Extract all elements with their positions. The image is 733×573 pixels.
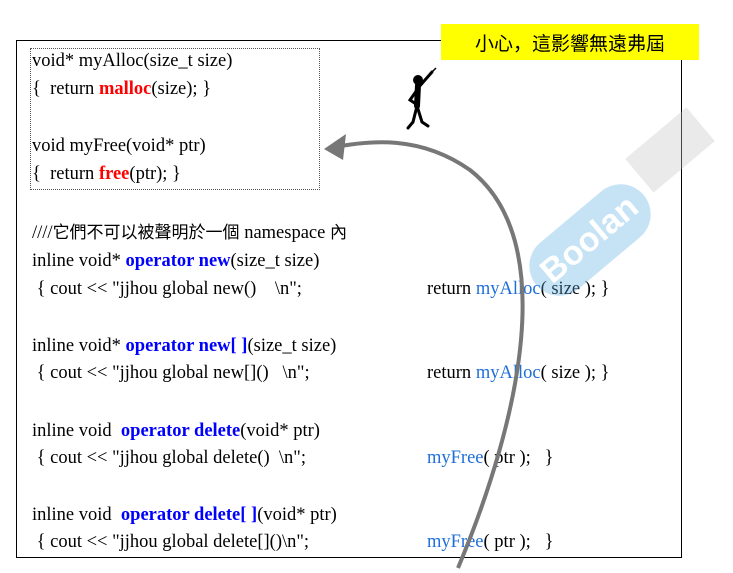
warning-callout: 小心，這影響無遠弗屆 (441, 24, 699, 60)
curved-arrow-icon (324, 134, 525, 569)
callout-text: 小心，這影響無遠弗屆 (474, 32, 665, 55)
